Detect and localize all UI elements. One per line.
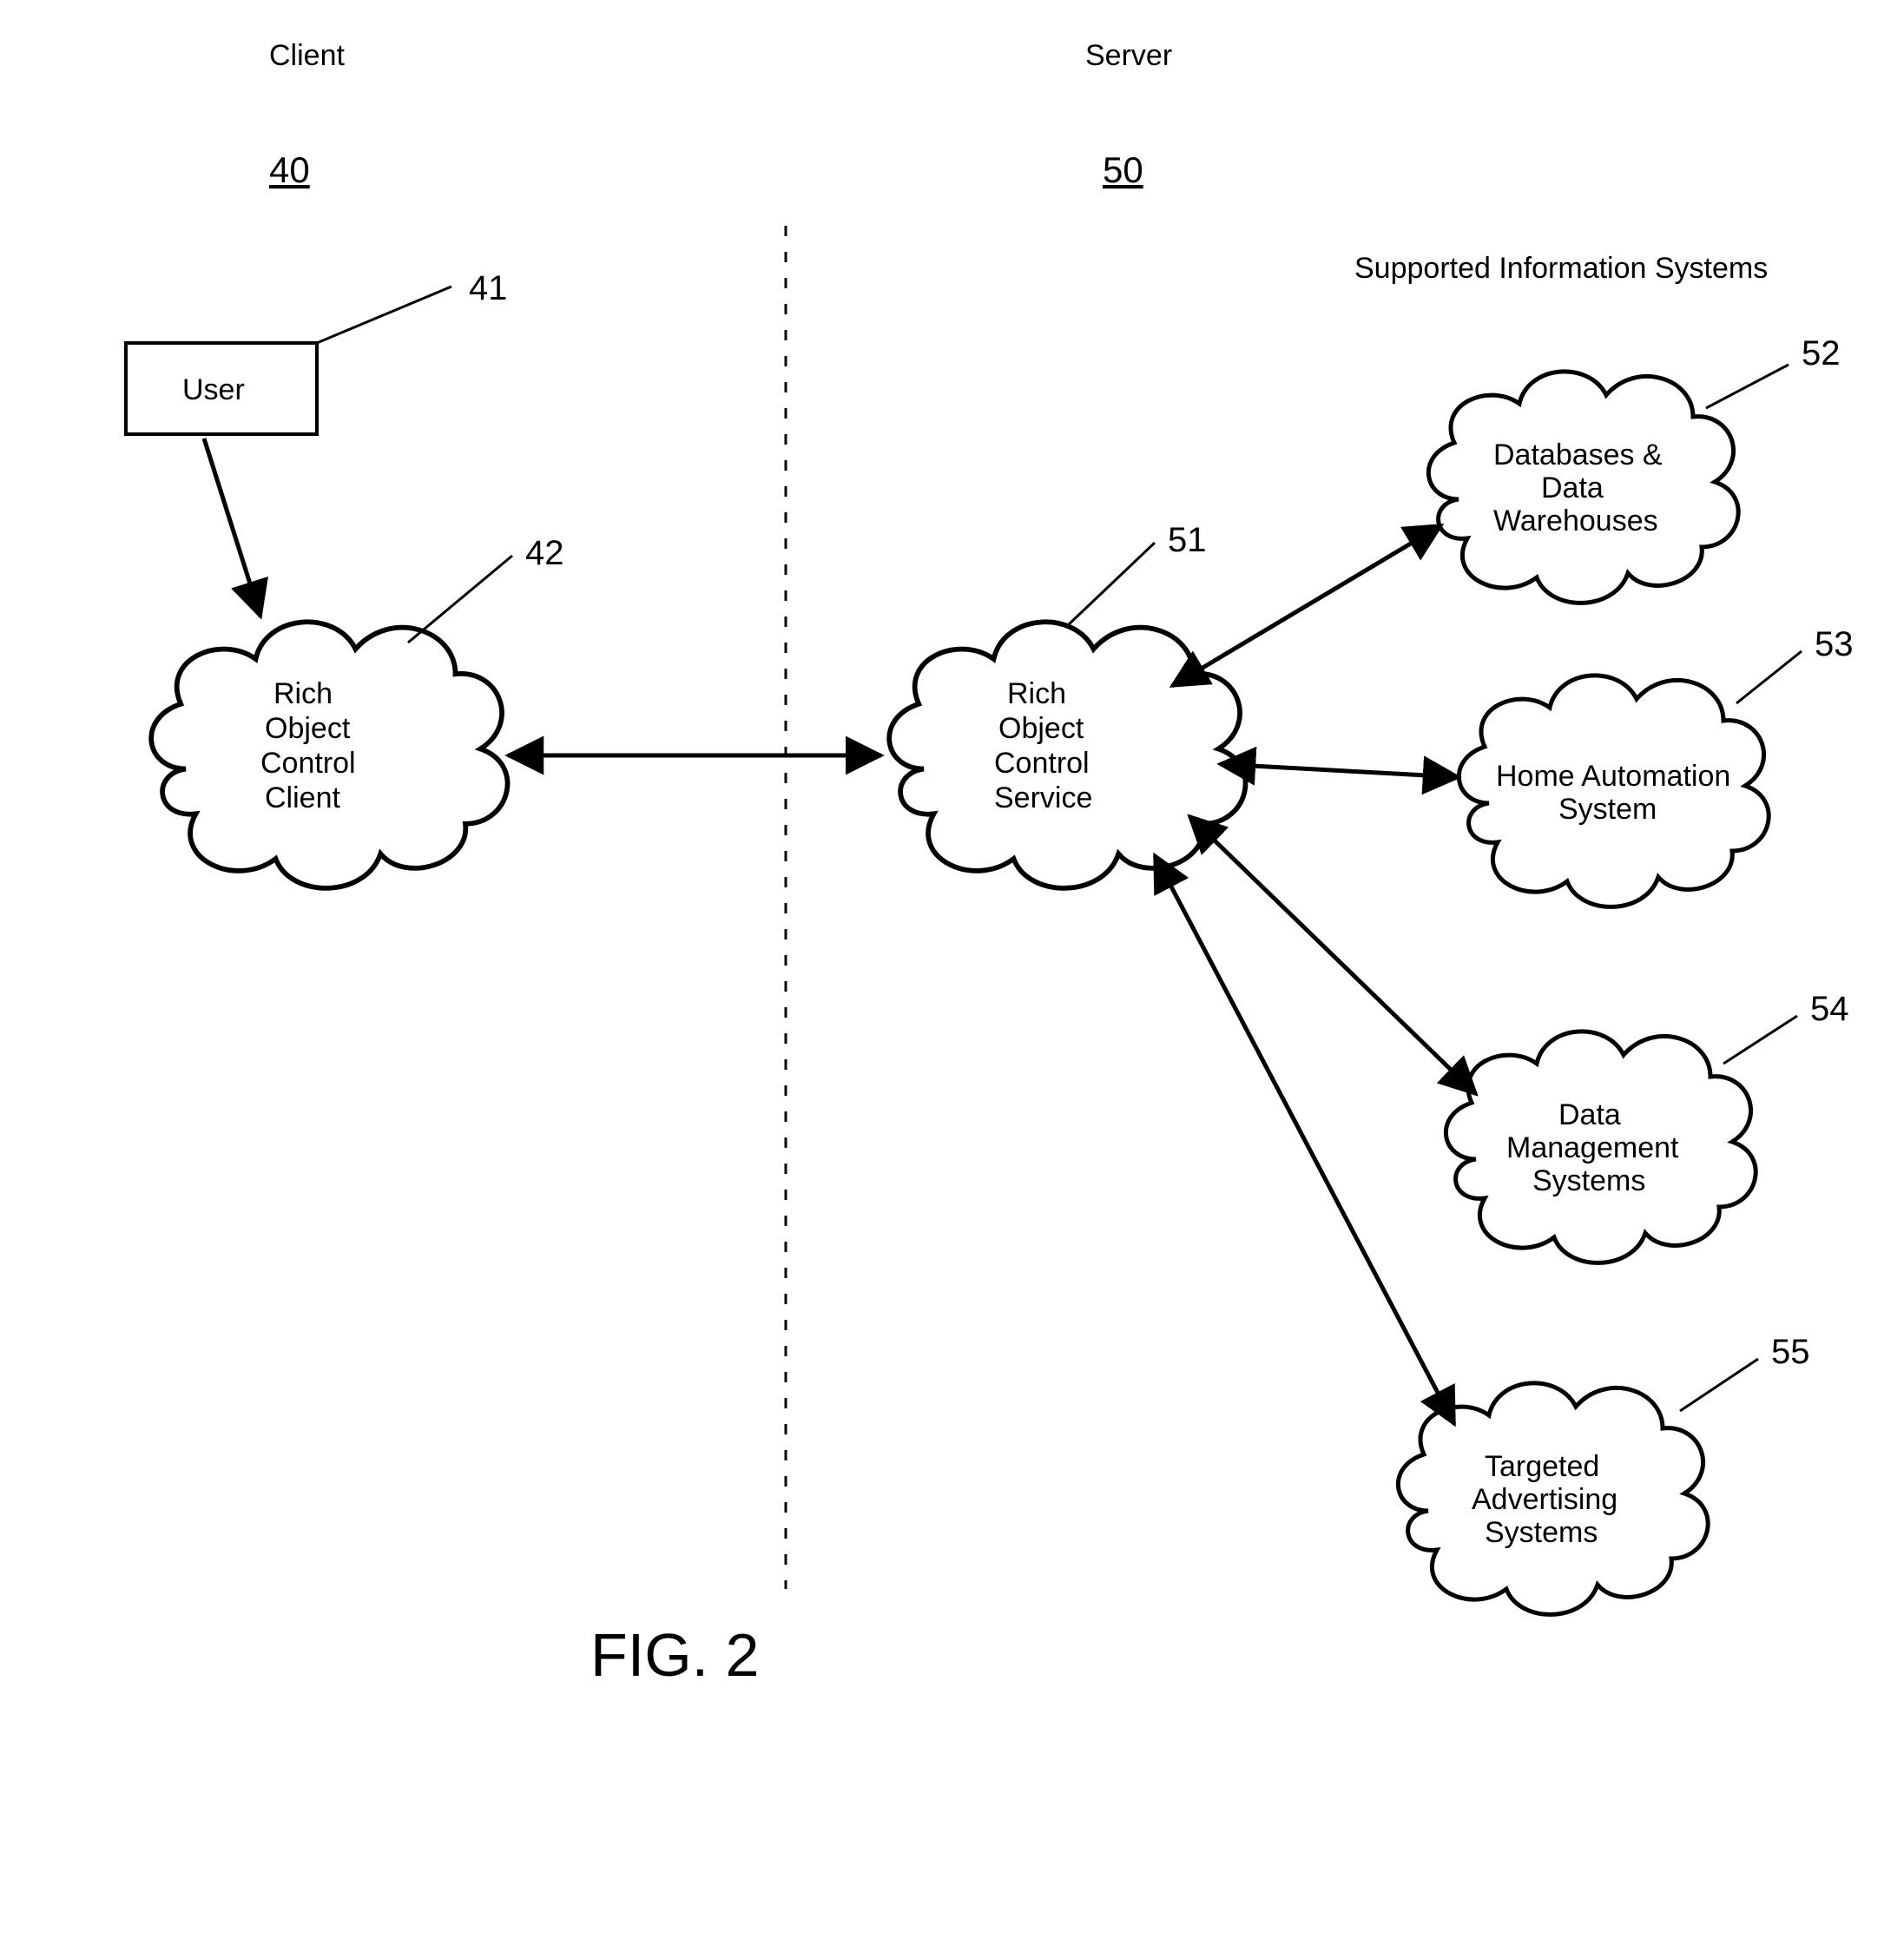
user-node: User 41	[126, 269, 508, 434]
data-mgmt-line2: Management	[1506, 1131, 1679, 1164]
roc-service-leader-line	[1068, 543, 1155, 625]
data-mgmt-line3: Systems	[1532, 1164, 1645, 1197]
roc-service-line3: Control	[994, 747, 1090, 780]
roc-client-line2: Object	[265, 712, 351, 745]
client-ref: 40	[269, 149, 310, 190]
arrow-service-databases	[1172, 525, 1441, 686]
roc-client-node: Rich Object Control Client	[151, 622, 507, 888]
roc-client-leader-line	[408, 556, 512, 643]
arrow-user-to-roc-client	[204, 438, 260, 616]
home-automation-node: Home Automation System	[1459, 676, 1769, 907]
roc-client-line4: Client	[265, 781, 340, 814]
home-automation-ref: 53	[1815, 625, 1854, 663]
targeted-ads-node: Targeted Advertising Systems	[1398, 1383, 1708, 1615]
roc-service-line1: Rich	[1007, 677, 1066, 710]
arrow-service-targeted-ads	[1155, 855, 1454, 1424]
targeted-ads-line2: Advertising	[1472, 1483, 1617, 1516]
server-ref: 50	[1103, 149, 1143, 190]
diagram-canvas: Client Server 40 50 Supported Informatio…	[0, 0, 1904, 1958]
home-automation-line2: System	[1558, 793, 1657, 826]
user-leader-line	[317, 287, 451, 343]
databases-leader-line	[1706, 365, 1789, 408]
data-mgmt-line1: Data	[1558, 1098, 1621, 1131]
roc-client-line1: Rich	[273, 677, 333, 710]
arrow-service-data-mgmt	[1189, 816, 1476, 1094]
user-label: User	[182, 373, 245, 406]
data-mgmt-node: Data Management Systems	[1446, 1032, 1756, 1263]
databases-ref: 52	[1802, 334, 1841, 372]
databases-line2: Data	[1541, 471, 1604, 504]
roc-client-line3: Control	[260, 747, 356, 780]
roc-service-ref: 51	[1168, 521, 1207, 559]
roc-service-line2: Object	[998, 712, 1084, 745]
user-ref: 41	[469, 269, 508, 307]
targeted-ads-ref: 55	[1771, 1333, 1810, 1371]
databases-node: Databases & Data Warehouses	[1428, 372, 1738, 603]
targeted-ads-line1: Targeted	[1485, 1450, 1599, 1483]
roc-client-ref: 42	[525, 534, 564, 572]
figure-caption: FIG. 2	[590, 1621, 759, 1689]
data-mgmt-ref: 54	[1810, 990, 1849, 1028]
home-automation-leader-line	[1736, 651, 1802, 703]
server-heading: Server	[1085, 39, 1172, 72]
arrow-service-home-automation	[1220, 764, 1459, 777]
roc-service-node: Rich Object Control Service	[889, 622, 1245, 888]
data-mgmt-leader-line	[1723, 1016, 1797, 1064]
targeted-ads-leader-line	[1680, 1359, 1758, 1411]
client-heading: Client	[269, 39, 345, 72]
targeted-ads-line3: Systems	[1485, 1516, 1598, 1549]
home-automation-line1: Home Automation	[1496, 760, 1730, 793]
roc-service-line4: Service	[994, 781, 1092, 814]
databases-line3: Warehouses	[1493, 504, 1658, 537]
databases-line1: Databases &	[1493, 438, 1663, 471]
supported-info-systems-heading: Supported Information Systems	[1354, 252, 1768, 285]
